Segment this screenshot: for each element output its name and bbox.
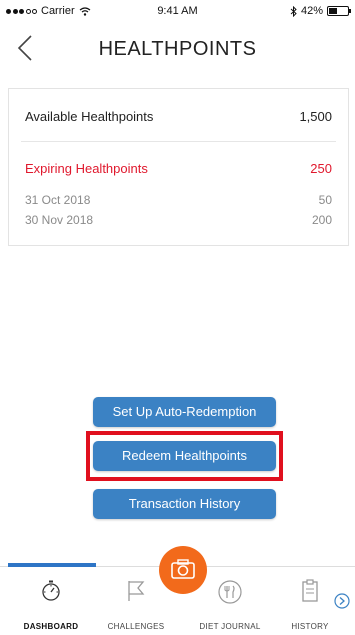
camera-button[interactable] [159, 546, 207, 594]
transaction-history-button[interactable]: Transaction History [93, 489, 276, 519]
status-bar: Carrier 9:41 AM 42% [0, 0, 355, 22]
divider [21, 141, 336, 142]
battery-percent: 42% [300, 5, 323, 17]
clipboard-icon [302, 579, 318, 602]
tab-progress-indicator [8, 563, 96, 567]
stopwatch-icon [42, 580, 60, 601]
expiring-date: 30 Nov 2018 [25, 213, 94, 227]
tab-label: HISTORY [291, 622, 329, 631]
cutlery-icon [218, 580, 242, 604]
expiring-points: 50 [318, 193, 332, 207]
tab-label: DASHBOARD [23, 622, 79, 631]
tab-label: DIET JOURNAL [199, 622, 261, 631]
bluetooth-icon [290, 5, 297, 17]
status-right: 42% [290, 5, 351, 17]
battery-icon [327, 6, 351, 16]
available-value: 1,500 [299, 109, 332, 124]
available-label: Available Healthpoints [25, 109, 154, 124]
chevron-right-icon[interactable] [334, 593, 350, 609]
page-title: HEALTHPOINTS [98, 38, 257, 60]
expiring-points: 200 [311, 213, 332, 227]
camera-icon [171, 559, 195, 579]
expiring-value: 250 [310, 161, 332, 176]
redeem-healthpoints-button[interactable]: Redeem Healthpoints [93, 441, 276, 471]
healthpoints-summary-card: Available Healthpoints 1,500 Expiring He… [8, 88, 349, 246]
expiring-label: Expiring Healthpoints [25, 161, 148, 176]
expiring-date: 31 Oct 2018 [25, 193, 91, 207]
flag-icon [128, 581, 145, 601]
navigation-bar: HEALTHPOINTS [0, 22, 355, 74]
auto-redemption-button[interactable]: Set Up Auto-Redemption [93, 397, 276, 427]
tab-label: CHALLENGES [107, 622, 165, 631]
